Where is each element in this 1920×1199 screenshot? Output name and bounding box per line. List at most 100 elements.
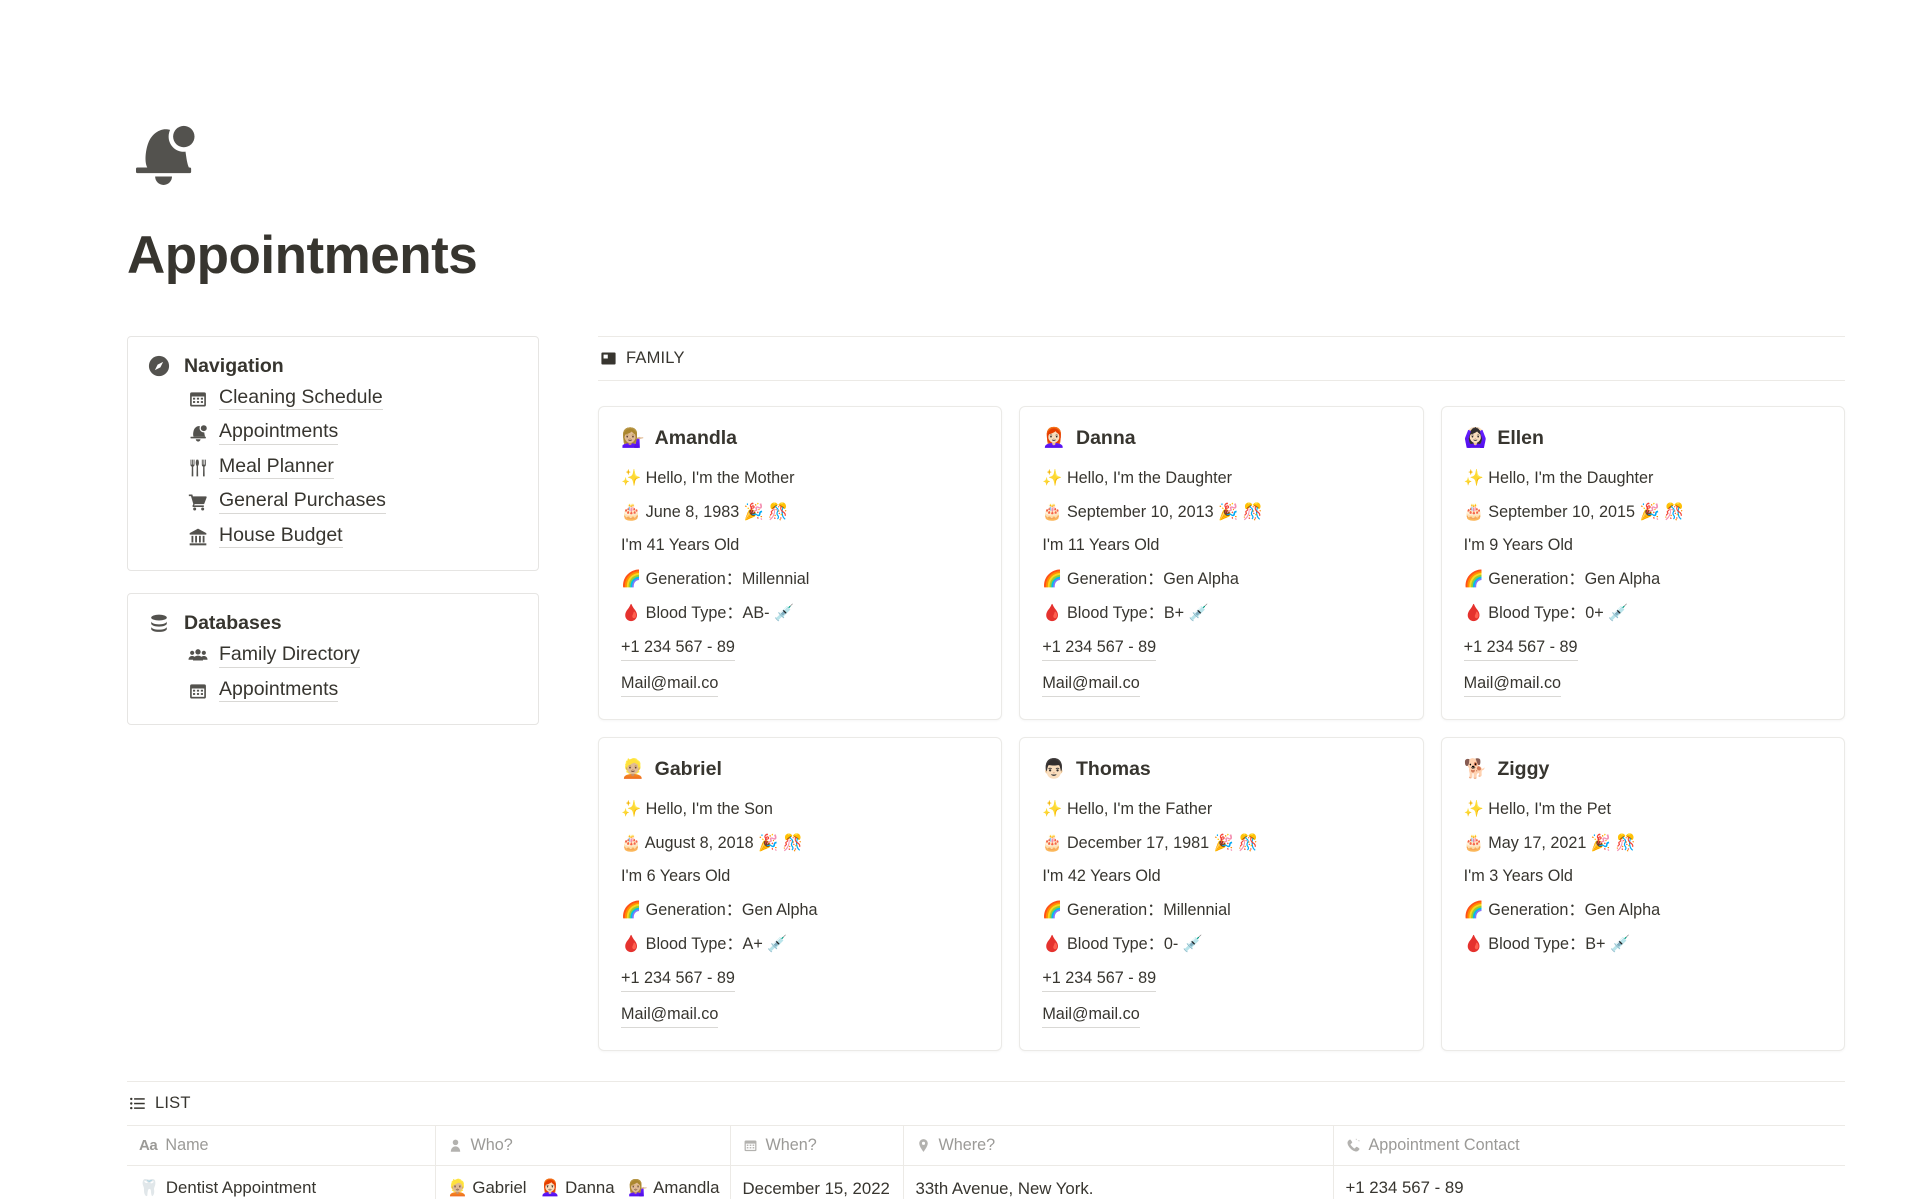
column-header-when[interactable]: When? xyxy=(730,1125,904,1167)
card-title[interactable]: 👨🏻 Thomas xyxy=(1042,758,1400,781)
column-header-where[interactable]: Where? xyxy=(903,1125,1334,1167)
family-section-title: FAMILY xyxy=(626,348,685,367)
list-database: LIST Aa Name Who? When? Where? Appointme… xyxy=(0,1080,1920,1199)
person-emoji: 👩🏻‍🦰 xyxy=(1042,427,1066,449)
family-card[interactable]: 💁🏼‍♀️ Amandla ✨ Hello, I'm the Mother 🎂 … xyxy=(598,405,1003,720)
people-group-icon xyxy=(188,646,208,666)
sidebar-column: Navigation Cleaning Schedule Appointment… xyxy=(127,335,539,748)
card-birthday: 🎂 September 10, 2015 🎉 🎊 xyxy=(1463,502,1685,521)
card-title[interactable]: 👩🏻‍🦰 Danna xyxy=(1042,427,1400,450)
column-header-who[interactable]: Who? xyxy=(435,1125,731,1167)
card-phone[interactable]: +1 234 567 - 89 xyxy=(1042,637,1157,661)
person-emoji: 👨🏻 xyxy=(1042,758,1066,780)
card-email[interactable]: Mail@mail.co xyxy=(1042,1004,1140,1028)
bank-icon xyxy=(188,527,208,547)
column-header-name[interactable]: Aa Name xyxy=(127,1125,436,1167)
tooth-icon: 🦷 xyxy=(139,1179,159,1197)
phone-ring-icon xyxy=(1346,1138,1361,1153)
column-label: Appointment Contact xyxy=(1368,1135,1520,1154)
card-blood-type: 🩸 Blood Type：B+ 💉 xyxy=(1463,935,1631,954)
page-header: Appointments xyxy=(0,0,1920,284)
card-title[interactable]: 👱🏼 Gabriel xyxy=(621,758,979,781)
card-phone[interactable]: +1 234 567 - 89 xyxy=(1042,968,1157,992)
card-age: I'm 41 Years Old xyxy=(621,536,740,555)
sidebar-item-label[interactable]: House Budget xyxy=(219,525,343,549)
pet-emoji: 🐕 xyxy=(1463,758,1488,780)
appointments-table: Aa Name Who? When? Where? Appointment Co… xyxy=(127,1125,1845,1199)
cell-when[interactable]: December 15, 2022 xyxy=(730,1165,904,1199)
person-chip[interactable]: 👩🏻‍🦰 Danna xyxy=(540,1178,615,1199)
card-title[interactable]: 🙆🏻‍♀️ Ellen xyxy=(1464,427,1822,450)
sidebar-item-label[interactable]: Appointments xyxy=(219,422,339,445)
cell-where[interactable]: 33th Avenue, New York. xyxy=(903,1165,1334,1199)
person-chip[interactable]: 👱🏼 Gabriel xyxy=(448,1178,527,1199)
card-blood-type: 🩸 Blood Type：AB- 💉 xyxy=(621,604,795,623)
column-label: When? xyxy=(765,1135,817,1154)
sidebar-item-appointments-db[interactable]: Appointments xyxy=(188,679,518,703)
card-phone[interactable]: +1 234 567 - 89 xyxy=(1463,637,1578,661)
family-card[interactable]: 👩🏻‍🦰 Danna ✨ Hello, I'm the Daughter 🎂 S… xyxy=(1019,405,1424,720)
card-title[interactable]: 🐕 Ziggy xyxy=(1464,758,1822,781)
person-icon xyxy=(448,1138,463,1153)
card-birthday: 🎂 September 10, 2013 🎉 🎊 xyxy=(1042,502,1263,521)
family-card[interactable]: 👱🏼 Gabriel ✨ Hello, I'm the Son 🎂 August… xyxy=(598,736,1003,1051)
person-emoji: 💁🏼‍♀️ xyxy=(628,1179,649,1197)
sidebar-item-meal-planner[interactable]: Meal Planner xyxy=(188,456,518,480)
family-card[interactable]: 🙆🏻‍♀️ Ellen ✨ Hello, I'm the Daughter 🎂 … xyxy=(1440,405,1845,720)
sidebar-item-label[interactable]: Cleaning Schedule xyxy=(219,387,383,411)
column-header-appointment-contact[interactable]: Appointment Contact xyxy=(1333,1125,1845,1167)
card-email[interactable]: Mail@mail.co xyxy=(1463,673,1562,697)
card-email[interactable]: Mail@mail.co xyxy=(621,1004,719,1028)
person-emoji: 👱🏼 xyxy=(447,1179,468,1197)
databases-callout: Databases Family Directory Appointments xyxy=(127,593,539,726)
card-phone[interactable]: +1 234 567 - 89 xyxy=(621,637,735,661)
card-title[interactable]: 💁🏼‍♀️ Amandla xyxy=(621,427,979,450)
bell-icon xyxy=(188,423,208,443)
sidebar-item-label[interactable]: Appointments xyxy=(219,679,339,703)
card-generation: 🌈 Generation：Gen Alpha xyxy=(621,901,818,920)
navigation-title: Navigation xyxy=(184,354,284,377)
list-view-icon xyxy=(129,1095,146,1112)
card-email[interactable]: Mail@mail.co xyxy=(1042,673,1140,697)
person-emoji: 🙆🏻‍♀️ xyxy=(1463,427,1488,449)
person-chip[interactable]: 💁🏼‍♀️ Amandla xyxy=(628,1178,720,1199)
cell-name[interactable]: 🦷 Dentist Appointment xyxy=(127,1165,436,1199)
sidebar-item-appointments[interactable]: Appointments xyxy=(188,422,518,445)
person-name: Danna xyxy=(565,1178,615,1199)
navigation-callout: Navigation Cleaning Schedule Appointment… xyxy=(127,335,539,572)
calendar-icon xyxy=(188,389,208,409)
bell-notification-icon xyxy=(127,118,1920,190)
family-card[interactable]: 👨🏻 Thomas ✨ Hello, I'm the Father 🎂 Dece… xyxy=(1019,736,1424,1051)
sidebar-item-label[interactable]: Family Directory xyxy=(219,645,360,668)
card-role: ✨ Hello, I'm the Daughter xyxy=(1042,468,1233,487)
person-emoji: 👱🏼 xyxy=(621,758,645,780)
table-row[interactable]: 🦷 Dentist Appointment 👱🏼 Gabriel 👩🏻‍🦰 Da… xyxy=(127,1165,1845,1199)
card-email[interactable]: Mail@mail.co xyxy=(621,673,719,697)
card-phone[interactable]: +1 234 567 - 89 xyxy=(621,968,735,992)
sidebar-item-cleaning-schedule[interactable]: Cleaning Schedule xyxy=(188,387,518,411)
family-section-header[interactable]: FAMILY xyxy=(598,335,1845,381)
sidebar-item-label[interactable]: Meal Planner xyxy=(219,456,334,480)
sidebar-item-general-purchases[interactable]: General Purchases xyxy=(188,491,518,514)
database-icon xyxy=(148,613,170,635)
sidebar-item-house-budget[interactable]: House Budget xyxy=(188,525,518,549)
map-pin-icon xyxy=(916,1138,931,1153)
card-age: I'm 3 Years Old xyxy=(1463,867,1573,886)
navigation-list: Cleaning Schedule Appointments Meal Plan… xyxy=(148,387,518,549)
family-card[interactable]: 🐕 Ziggy ✨ Hello, I'm the Pet 🎂 May 17, 2… xyxy=(1440,736,1845,1051)
list-section-title: LIST xyxy=(155,1093,191,1112)
cell-who[interactable]: 👱🏼 Gabriel 👩🏻‍🦰 Danna 💁🏼‍♀️ Amandla xyxy=(435,1165,731,1199)
card-role: ✨ Hello, I'm the Pet xyxy=(1463,799,1612,818)
list-section-header[interactable]: LIST xyxy=(127,1080,1845,1126)
contact-phone[interactable]: +1 234 567 - 89 xyxy=(1345,1178,1464,1199)
sidebar-item-family-directory[interactable]: Family Directory xyxy=(188,645,518,668)
card-blood-type: 🩸 Blood Type：0- 💉 xyxy=(1042,935,1203,954)
card-generation: 🌈 Generation：Gen Alpha xyxy=(1042,570,1239,589)
card-age: I'm 9 Years Old xyxy=(1463,536,1573,555)
cell-contact[interactable]: +1 234 567 - 89 xyxy=(1333,1165,1845,1199)
appointments-page: Appointments Navigation Cleaning Schedul… xyxy=(0,0,1920,1199)
appointment-name[interactable]: Dentist Appointment xyxy=(165,1178,317,1199)
card-name: Ellen xyxy=(1497,426,1544,449)
sidebar-item-label[interactable]: General Purchases xyxy=(219,491,386,514)
card-generation: 🌈 Generation：Millennial xyxy=(621,570,810,589)
